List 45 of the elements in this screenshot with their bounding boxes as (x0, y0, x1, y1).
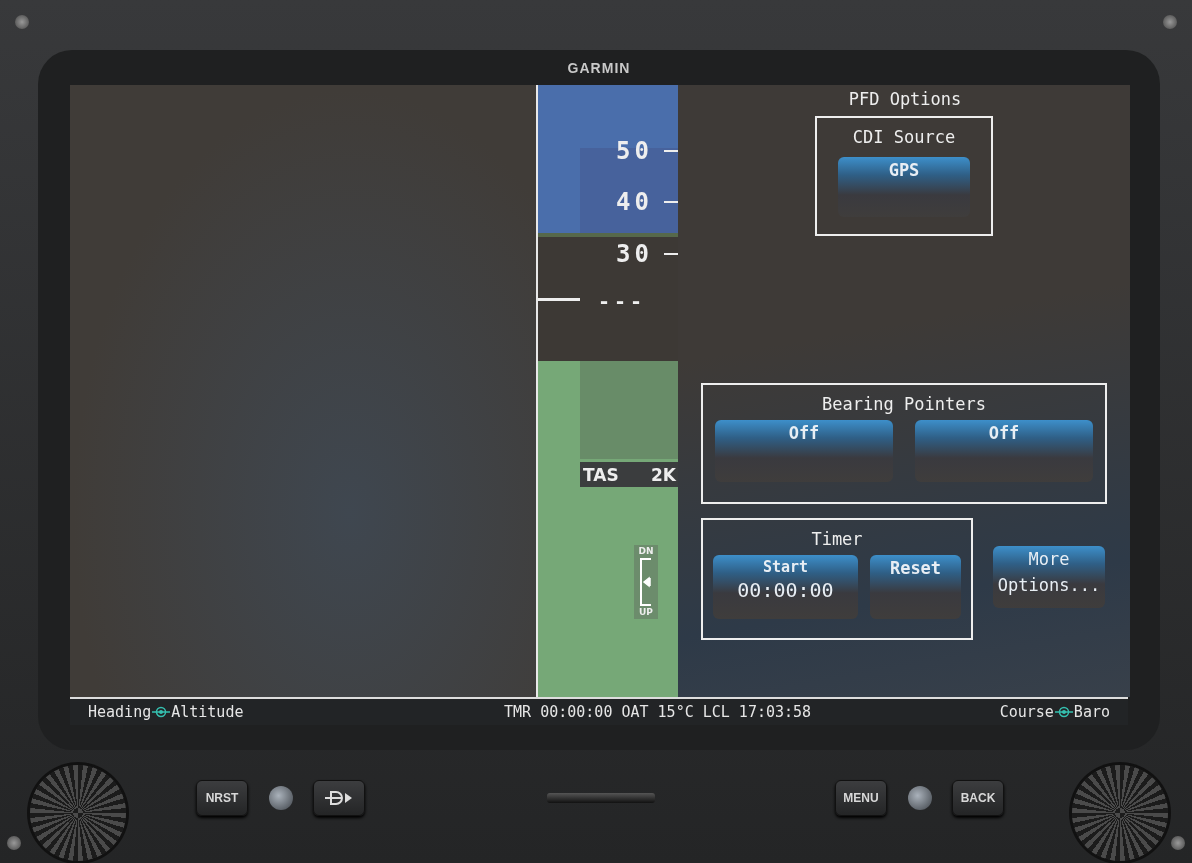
tape-label: 50 (616, 137, 653, 165)
group-title: Bearing Pointers (822, 393, 986, 415)
tape-tick (664, 150, 678, 152)
tape-label: 40 (616, 188, 653, 216)
timer-start-button[interactable]: Start 00:00:00 (713, 555, 858, 619)
trim-scale-icon (638, 558, 654, 606)
timer-reset-button[interactable]: Reset (870, 555, 961, 619)
group-title: CDI Source (852, 126, 956, 148)
rotary-knob[interactable] (1072, 765, 1168, 861)
status-label: Course (999, 703, 1054, 721)
direct-to-key[interactable] (313, 780, 365, 816)
more-options-button[interactable]: More Options... (993, 546, 1105, 608)
direct-to-icon (325, 790, 353, 806)
screw-icon (15, 15, 29, 29)
timer-value: 00:00:00 (737, 577, 834, 604)
knob-link-icon (152, 706, 171, 718)
tas-value: 2K (651, 464, 676, 485)
brand-logo: GARMIN (567, 59, 631, 76)
tas-label: TAS (583, 464, 619, 485)
nrst-key[interactable]: NRST (196, 780, 248, 816)
status-label: Altitude (171, 703, 244, 721)
cdi-source-button[interactable]: GPS (838, 157, 970, 217)
back-key[interactable]: BACK (952, 780, 1004, 816)
screw-icon (1163, 15, 1177, 29)
tape-tick (664, 253, 678, 255)
status-readout: TMR 00:00:00 OAT 15°C LCL 17:03:58 (504, 703, 812, 721)
tape-label: 30 (616, 240, 653, 268)
bearing-pointer-button[interactable]: Off (915, 420, 1093, 482)
button-label: Start (762, 558, 809, 576)
panel-title: PFD Options (847, 88, 963, 110)
screw-icon (1171, 836, 1185, 850)
trim-label: DN (638, 545, 654, 558)
indicator-light (908, 786, 932, 810)
status-label: Baro (1073, 703, 1110, 721)
rotary-knob[interactable] (30, 765, 126, 861)
altitude-readout: --- (598, 289, 647, 313)
indicator-light (269, 786, 293, 810)
tape-tick (664, 201, 678, 203)
menu-key[interactable]: MENU (835, 780, 887, 816)
knob-link-icon (1054, 706, 1073, 718)
status-label: Heading (88, 703, 152, 721)
trim-label: UP (639, 606, 653, 619)
screw-icon (7, 836, 21, 850)
bearing-pointer-button[interactable]: Off (715, 420, 893, 482)
group-title: Timer (811, 528, 863, 550)
